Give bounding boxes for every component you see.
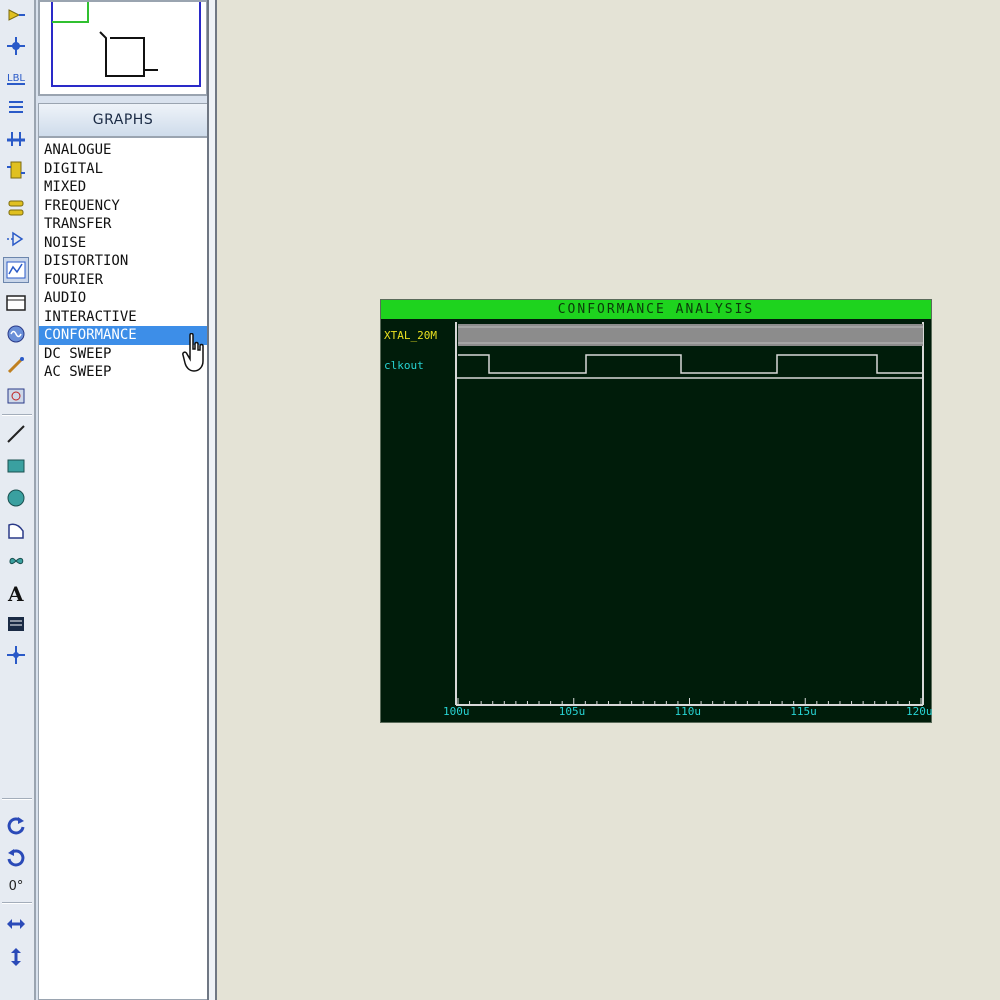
toolbar-separator xyxy=(2,414,32,416)
x-tick-label: 105u xyxy=(558,705,586,718)
x-axis-ticks xyxy=(457,698,922,705)
marker-icon[interactable] xyxy=(3,642,29,668)
x-tick-label: 110u xyxy=(674,705,702,718)
object-selector-panel: GRAPHS ANALOGUE DIGITAL MIXED FREQUENCY TRAN… xyxy=(36,0,212,1000)
trace-label-xtal: XTAL_20M xyxy=(384,329,437,342)
angle-field[interactable]: 0° xyxy=(3,873,29,899)
terminal-icon[interactable] xyxy=(3,2,29,28)
text-icon[interactable]: A xyxy=(3,580,29,606)
toolbar-separator xyxy=(2,798,32,800)
subcircuit-icon[interactable] xyxy=(3,157,29,183)
graph-type-frequency[interactable]: FREQUENCY xyxy=(39,197,207,216)
hand-cursor-icon xyxy=(182,333,204,372)
toolbar-separator xyxy=(2,902,32,904)
svg-text:A: A xyxy=(7,582,24,604)
x-tick-label: 115u xyxy=(790,705,817,718)
graph-plot xyxy=(455,322,924,706)
mirror-horizontal-icon[interactable] xyxy=(3,911,29,937)
conformance-graph[interactable]: CONFORMANCE ANALYSIS XTAL_20M clkout xyxy=(380,299,932,723)
generator-icon[interactable] xyxy=(3,321,29,347)
line-icon[interactable] xyxy=(3,421,29,447)
graph-type-mixed[interactable]: MIXED xyxy=(39,178,207,197)
graphs-header: GRAPHS xyxy=(38,103,208,137)
tape-recorder-icon[interactable] xyxy=(3,290,29,316)
graph-icon[interactable] xyxy=(3,257,29,283)
circle-icon[interactable] xyxy=(3,485,29,511)
overview-window[interactable] xyxy=(38,0,208,96)
graph-type-digital[interactable]: DIGITAL xyxy=(39,160,207,179)
graph-type-analogue[interactable]: ANALOGUE xyxy=(39,141,207,160)
rotate-cw-icon[interactable] xyxy=(3,812,29,838)
graph-type-list[interactable]: ANALOGUE DIGITAL MIXED FREQUENCY TRANSFER NOI… xyxy=(38,137,208,1000)
virtual-instruments-icon[interactable] xyxy=(3,383,29,409)
trace-label-clkout: clkout xyxy=(384,359,424,372)
text-script-icon[interactable] xyxy=(3,95,29,121)
x-tick-label: 100u xyxy=(443,705,470,718)
bus-icon[interactable] xyxy=(3,126,29,152)
svg-text:LBL: LBL xyxy=(7,73,25,84)
graph-type-transfer[interactable]: TRANSFER xyxy=(39,215,207,234)
mirror-vertical-icon[interactable] xyxy=(3,944,29,970)
x-tick-label: 120u xyxy=(906,705,933,718)
arc-icon[interactable] xyxy=(3,517,29,543)
path-icon[interactable] xyxy=(3,548,29,574)
label-icon[interactable]: LBL xyxy=(3,64,29,90)
rotate-ccw-icon[interactable] xyxy=(3,844,29,870)
device-pins-icon[interactable] xyxy=(3,226,29,252)
graph-type-interactive[interactable]: INTERACTIVE xyxy=(39,308,207,327)
terminals-icon[interactable] xyxy=(3,195,29,221)
symbol-icon[interactable] xyxy=(3,611,29,637)
graph-type-fourier[interactable]: FOURIER xyxy=(39,271,207,290)
voltage-probe-icon[interactable] xyxy=(3,352,29,378)
graph-type-distortion[interactable]: DISTORTION xyxy=(39,252,207,271)
mode-toolbar: LBL A 0° xyxy=(0,0,36,1000)
graph-type-audio[interactable]: AUDIO xyxy=(39,289,207,308)
panel-splitter[interactable] xyxy=(207,0,217,1000)
graph-type-noise[interactable]: NOISE xyxy=(39,234,207,253)
trace-clkout-waveform xyxy=(458,354,923,374)
junction-icon[interactable] xyxy=(3,33,29,59)
box-icon[interactable] xyxy=(3,453,29,479)
